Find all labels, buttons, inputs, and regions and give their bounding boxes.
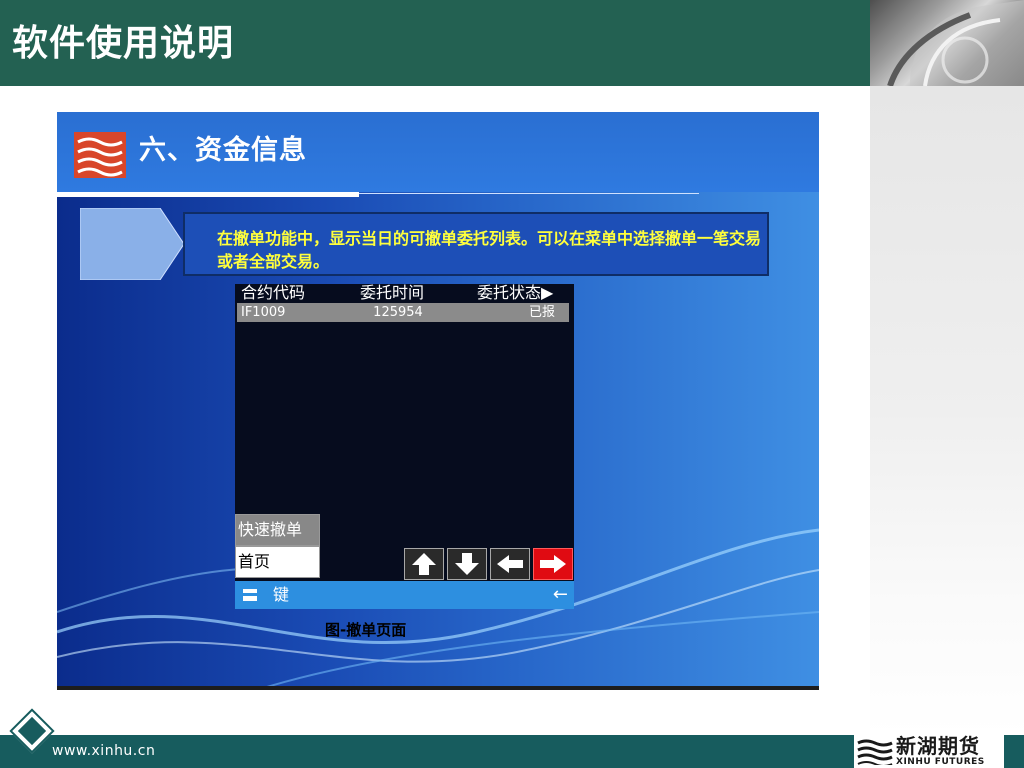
arrow-down-icon — [455, 553, 479, 575]
logo-wave-icon — [857, 739, 893, 765]
figure-caption: 图-撤单页面 — [325, 621, 407, 639]
logo-english-name: XINHU FUTURES — [896, 757, 985, 767]
column-header-time[interactable]: 委托时间 — [338, 284, 457, 302]
slide-image: 六、资金信息 在撤单功能中，显示当日的可撤单委托列表。可以在菜单中选择撤单一笔交… — [57, 112, 819, 690]
heading-underline — [57, 192, 359, 197]
back-arrow-icon[interactable]: ← — [553, 585, 568, 605]
wave-lines-icon — [74, 132, 126, 178]
phone-screen: 合约代码 委托时间 委托状态▶ IF1009 125954 已报 快速撤单 首页 — [235, 284, 574, 609]
section-heading: 六、资金信息 — [139, 135, 307, 166]
page-title: 软件使用说明 — [12, 23, 235, 64]
popup-menu: 快速撤单 首页 — [235, 514, 320, 578]
header-bar: 软件使用说明 — [0, 0, 870, 86]
play-right-icon: ▶ — [541, 284, 554, 302]
cell-status: 已报 — [528, 305, 555, 320]
footer-url[interactable]: www.xinhu.cn — [52, 743, 155, 759]
arrow-left-button[interactable] — [490, 548, 530, 580]
right-gradient-panel — [870, 86, 1024, 736]
arrow-right-icon — [540, 555, 566, 573]
arrow-up-icon — [412, 553, 436, 575]
table-row[interactable]: IF1009 125954 已报 — [237, 303, 569, 322]
cell-time: 125954 — [373, 305, 423, 320]
arrow-left-icon — [497, 555, 523, 573]
arrow-down-button[interactable] — [447, 548, 487, 580]
menu-key-icon[interactable] — [243, 589, 257, 601]
arrow-right-button[interactable] — [533, 548, 573, 580]
company-logo: 新湖期货 XINHU FUTURES — [854, 735, 1004, 768]
table-header: 合约代码 委托时间 委托状态▶ — [235, 284, 574, 302]
heading-thin-line — [359, 193, 699, 194]
menu-item-home[interactable]: 首页 — [235, 546, 320, 578]
cell-code: IF1009 — [241, 305, 286, 320]
pentagon-tab-shape — [80, 208, 185, 280]
logo-chinese-name: 新湖期货 — [896, 734, 980, 758]
menu-item-quick-cancel[interactable]: 快速撤单 — [235, 514, 320, 546]
nav-arrows — [404, 548, 574, 580]
softkey-label[interactable]: 键 — [273, 583, 289, 607]
slide-bottom-border — [57, 686, 819, 690]
softkey-bar: 键 ← — [235, 581, 574, 609]
note-text: 在撤单功能中，显示当日的可撤单委托列表。可以在菜单中选择撤单一笔交易或者全部交易… — [217, 229, 762, 271]
corner-decoration-image — [870, 0, 1024, 86]
arrow-up-button[interactable] — [404, 548, 444, 580]
column-header-code[interactable]: 合约代码 — [235, 284, 338, 302]
column-header-status[interactable]: 委托状态▶ — [457, 284, 574, 302]
